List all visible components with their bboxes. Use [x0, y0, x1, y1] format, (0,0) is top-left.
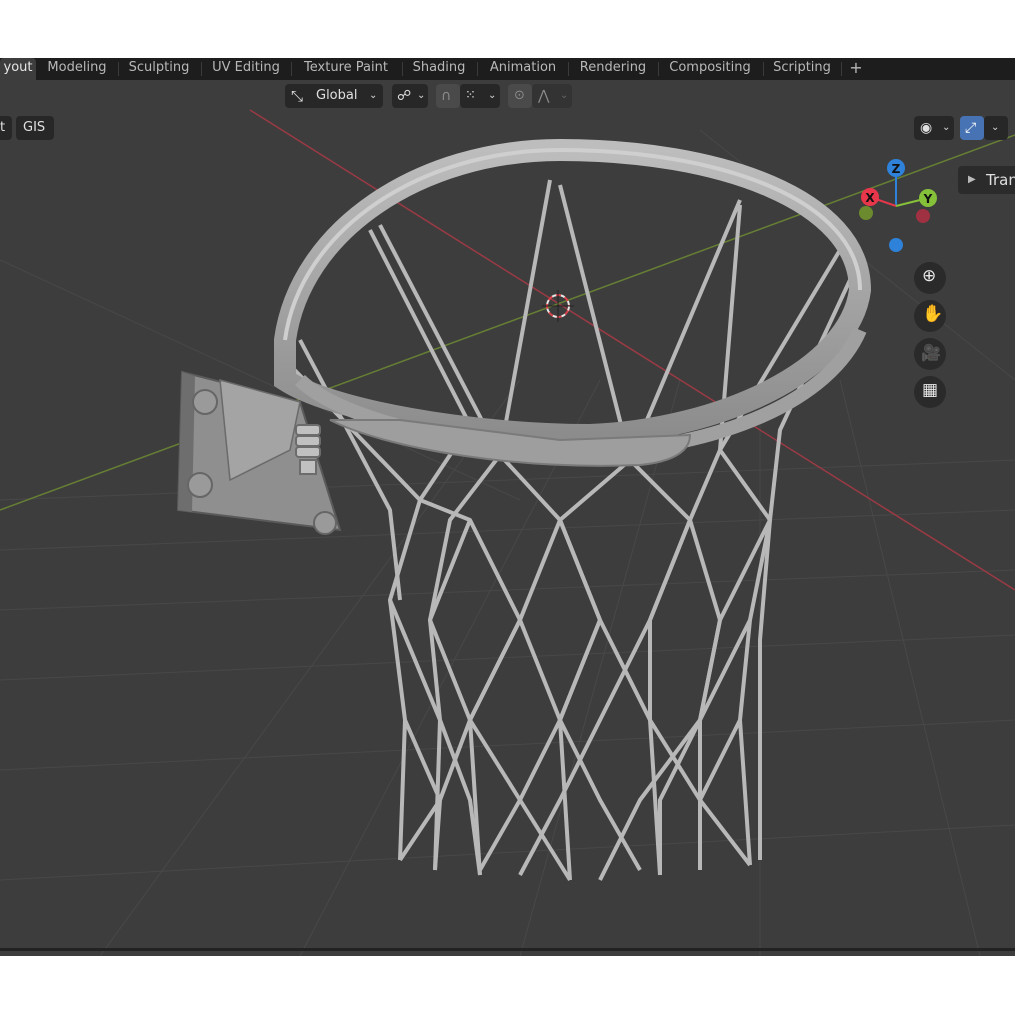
- camera-view-button[interactable]: 🎥: [914, 338, 946, 370]
- header-menu-label: t: [0, 120, 6, 135]
- hoop-rim: [274, 138, 872, 467]
- tab-separator: [763, 62, 764, 76]
- chevron-down-icon: ⌄: [991, 122, 1000, 133]
- tab-compositing[interactable]: Compositing: [662, 58, 758, 80]
- ortho-grid-icon: ▦: [922, 380, 939, 400]
- visibility-dropdown[interactable]: ◉ ⌄: [914, 116, 954, 140]
- basketball-net: [283, 179, 852, 882]
- tab-texture-paint[interactable]: Texture Paint: [295, 58, 397, 80]
- transform-pivot-icon: ☍: [397, 88, 412, 104]
- tab-rendering[interactable]: Rendering: [572, 58, 654, 80]
- tab-separator: [291, 62, 292, 76]
- navigation-gizmo[interactable]: Z X Y: [859, 159, 937, 252]
- camera-view-icon: 🎥: [921, 343, 941, 362]
- zoom-button[interactable]: ⊕: [914, 262, 946, 294]
- gizmo-toggle-icon: ⤢: [965, 120, 977, 136]
- x-axis-line: [249, 109, 1015, 591]
- viewport-bottom-border: [0, 948, 1015, 951]
- pivot-point-dropdown[interactable]: ☍ ⌄: [392, 84, 428, 108]
- proportional-edit-icon: ⊙: [514, 88, 525, 103]
- tab-scripting[interactable]: Scripting: [767, 58, 837, 80]
- gizmo-z-label: Z: [892, 162, 901, 176]
- chevron-down-icon: ⌄: [488, 90, 497, 101]
- tab-separator: [402, 62, 403, 76]
- transform-orientation-dropdown[interactable]: ⤡ Global ⌄: [285, 84, 383, 108]
- tab-animation[interactable]: Animation: [481, 58, 565, 80]
- gizmo-toggle[interactable]: ⤢: [960, 116, 984, 140]
- gizmo-x-label: X: [865, 191, 875, 205]
- tab-separator: [118, 62, 119, 76]
- tab-separator: [477, 62, 478, 76]
- eye-visibility-icon: ◉: [920, 120, 933, 136]
- falloff-curve-icon: ⋀: [538, 88, 550, 104]
- viewport-scene: Z X Y: [0, 109, 1015, 956]
- tab-separator: [841, 62, 842, 76]
- snap-target-dropdown[interactable]: ⁙ ⌄: [460, 84, 500, 108]
- snap-grid-icon: ⁙: [465, 88, 476, 103]
- ortho-toggle-button[interactable]: ▦: [914, 376, 946, 408]
- gis-menu-label: GIS: [23, 120, 46, 135]
- tab-separator: [201, 62, 202, 76]
- proportional-edit-toggle[interactable]: ⊙: [508, 84, 532, 108]
- tab-shading[interactable]: Shading: [406, 58, 472, 80]
- chevron-down-icon: ⌄: [560, 90, 569, 101]
- gizmo-y-label: Y: [923, 192, 933, 206]
- tab-separator: [568, 62, 569, 76]
- tab-separator: [658, 62, 659, 76]
- hand-pan-icon: ✋: [922, 304, 944, 324]
- magnet-snap-icon: ∩: [441, 88, 452, 104]
- falloff-dropdown[interactable]: ⋀ ⌄: [532, 84, 572, 108]
- orientation-axes-icon: ⤡: [291, 87, 304, 105]
- add-workspace-button[interactable]: +: [845, 58, 867, 80]
- chevron-down-icon: ⌄: [417, 90, 426, 101]
- tab-uv-editing[interactable]: UV Editing: [205, 58, 287, 80]
- tab-layout[interactable]: yout: [0, 58, 36, 80]
- 3d-cursor: [542, 290, 574, 322]
- zoom-icon: ⊕: [922, 266, 937, 286]
- gizmo-dropdown[interactable]: ⌄: [984, 116, 1008, 140]
- transform-panel-label: Tran: [986, 171, 1015, 189]
- 3d-viewport[interactable]: Z X Y ⤡ Global ⌄ ☍ ⌄ ∩ ⁙ ⌄ ⊙ ⋀ ⌄ t GIS ◉…: [0, 80, 1015, 956]
- chevron-down-icon: ⌄: [942, 122, 951, 133]
- sidebar-transform-panel[interactable]: ▶ Tran: [958, 166, 1015, 194]
- header-menu-fragment[interactable]: t: [0, 116, 12, 140]
- snap-toggle[interactable]: ∩: [436, 84, 460, 108]
- workspace-tab-bar: yout Modeling Sculpting UV Editing Textu…: [0, 58, 1015, 80]
- transform-orientation-value: Global: [316, 88, 358, 103]
- gis-menu-button[interactable]: GIS: [16, 116, 54, 140]
- blender-window: yout Modeling Sculpting UV Editing Textu…: [0, 58, 1015, 956]
- triangle-right-icon: ▶: [968, 174, 976, 185]
- chevron-down-icon: ⌄: [369, 90, 378, 101]
- tab-sculpting[interactable]: Sculpting: [122, 58, 196, 80]
- pan-button[interactable]: ✋: [914, 300, 946, 332]
- tab-modeling[interactable]: Modeling: [40, 58, 114, 80]
